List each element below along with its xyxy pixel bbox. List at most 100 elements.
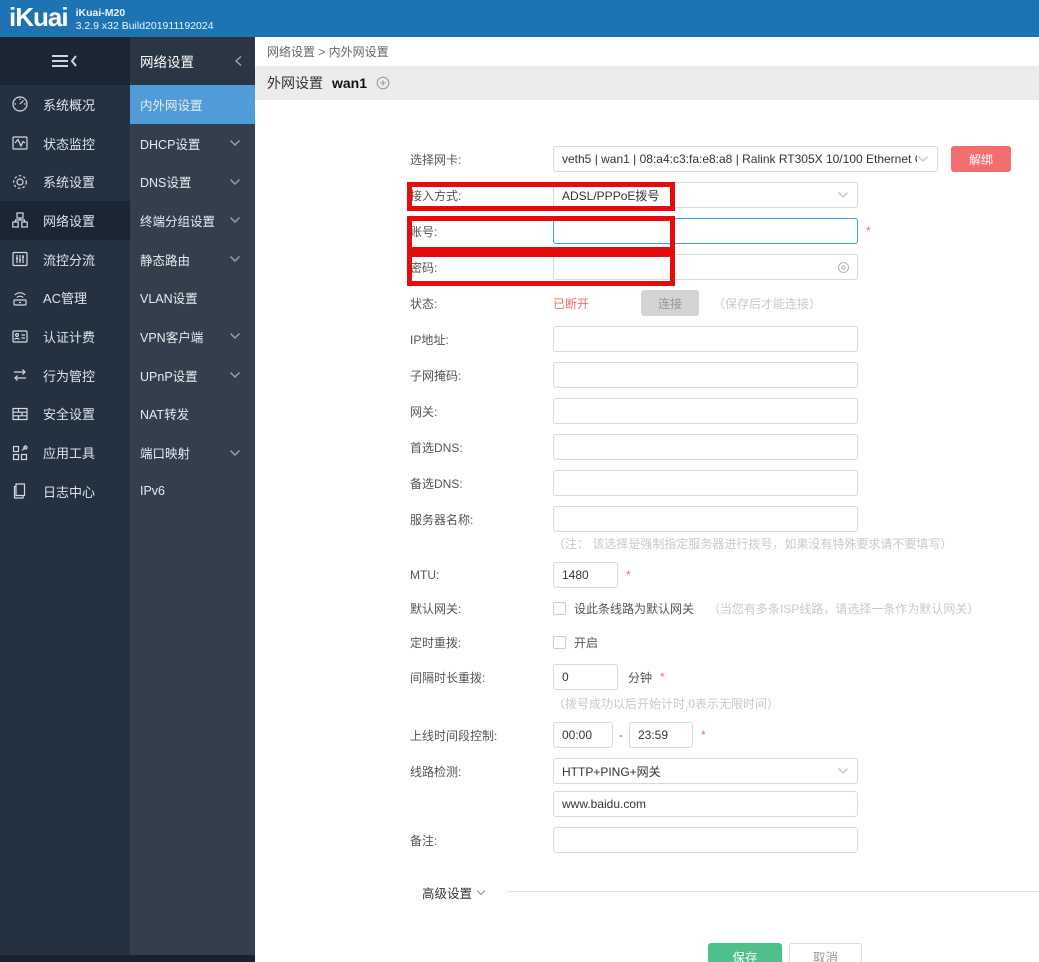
submenu-item-label: NAT转发 xyxy=(140,408,190,423)
submenu-title: 网络设置 xyxy=(140,55,194,70)
submenu-item-terminal-group[interactable]: 终端分组设置 xyxy=(130,201,255,240)
submenu-item-label: 端口映射 xyxy=(140,447,191,462)
required-asterisk: * xyxy=(660,670,665,684)
sidebar-item-security-settings[interactable]: 安全设置 xyxy=(0,395,130,434)
mask-input[interactable] xyxy=(553,362,858,388)
gear-icon xyxy=(10,172,32,192)
advanced-settings-toggle[interactable]: 高级设置 xyxy=(422,883,486,902)
default-gateway-checkbox[interactable] xyxy=(553,601,566,615)
access-mode-label: 接入方式: xyxy=(410,188,462,203)
collapse-left-icon[interactable] xyxy=(234,55,243,67)
required-asterisk: * xyxy=(701,728,706,742)
account-input[interactable] xyxy=(553,218,858,244)
submenu-item-static-route[interactable]: 静态路由 xyxy=(130,240,255,279)
chevron-down-icon xyxy=(230,178,240,185)
dns2-label: 备选DNS: xyxy=(410,476,463,491)
account-label: 账号: xyxy=(410,224,438,239)
primary-sidebar: 系统概况 状态监控 系统设置 网络设置 流控分流 AC管理 认证计费 行为管控 xyxy=(0,37,130,962)
mtu-row: MTU: * xyxy=(410,562,1039,588)
chevron-down-icon xyxy=(230,217,240,224)
form-actions: 保存 取消 xyxy=(708,943,1039,962)
unbind-button[interactable]: 解绑 xyxy=(951,146,1011,172)
password-input[interactable] xyxy=(553,254,858,280)
submenu-item-nat-forward[interactable]: NAT转发 xyxy=(130,395,255,434)
default-gateway-checkbox-label: 设此条线路为默认网关 xyxy=(574,601,695,616)
sidebar-item-system-settings[interactable]: 系统设置 xyxy=(0,162,130,201)
interval-input[interactable] xyxy=(553,664,618,690)
schedule-row: 上线时间段控制: - * xyxy=(410,722,1039,748)
line-detect-host-row xyxy=(410,791,1039,817)
interval-row: 间隔时长重拨: 分钟 * xyxy=(410,664,1039,690)
nic-select-value: veth5 | wan1 | 08:a4:c3:fa:e8:a8 | Ralin… xyxy=(562,152,917,166)
remark-input[interactable] xyxy=(553,827,858,853)
status-row: 状态: 已断开 连接 （保存后才能连接） xyxy=(410,290,1039,316)
sidebar-item-label: 系统设置 xyxy=(43,175,96,191)
submenu-item-vpn-client[interactable]: VPN客户端 xyxy=(130,317,255,356)
gateway-input[interactable] xyxy=(553,398,858,424)
schedule-to-input[interactable] xyxy=(629,722,693,748)
remark-label: 备注: xyxy=(410,833,438,848)
dns2-input[interactable] xyxy=(553,470,858,496)
sidebar-item-label: AC管理 xyxy=(43,291,88,307)
sidebar-item-status-monitor[interactable]: 状态监控 xyxy=(0,124,130,163)
firmware-version: iKuai-M20 3.2.9 x32 Build201911192024 xyxy=(76,5,214,33)
sidebar-item-flow-control[interactable]: 流控分流 xyxy=(0,240,130,279)
password-label: 密码: xyxy=(410,260,438,275)
connect-button[interactable]: 连接 xyxy=(641,290,699,316)
sidebar-item-label: 认证计费 xyxy=(43,329,96,345)
mtu-input[interactable] xyxy=(553,562,618,588)
chevron-down-icon xyxy=(230,256,240,263)
main-content: 网络设置 > 内外网设置 外网设置 wan1 选择网卡: veth5 | wan… xyxy=(255,37,1039,962)
eye-icon[interactable] xyxy=(837,261,850,274)
default-gateway-row: 默认网关: 设此条线路为默认网关 （当您有多条ISP线路，请选择一条作为默认网关… xyxy=(410,598,1039,618)
id-card-icon xyxy=(10,326,32,346)
save-button[interactable]: 保存 xyxy=(708,943,782,962)
submenu-item-label: UPnP设置 xyxy=(140,369,198,384)
line-detect-select[interactable]: HTTP+PING+网关 xyxy=(553,758,858,784)
chevron-down-icon xyxy=(476,890,486,896)
circle-plus-icon[interactable] xyxy=(376,76,390,90)
sidebar-item-network-settings[interactable]: 网络设置 xyxy=(0,201,130,240)
chevron-down-icon xyxy=(838,768,848,774)
line-detect-value: HTTP+PING+网关 xyxy=(562,764,661,779)
interface-name: wan1 xyxy=(332,75,368,91)
sidebar-item-app-tools[interactable]: 应用工具 xyxy=(0,433,130,472)
cancel-button[interactable]: 取消 xyxy=(789,943,862,962)
gateway-label: 网关: xyxy=(410,404,438,419)
activity-icon xyxy=(10,133,32,153)
sidebar-item-log-center[interactable]: 日志中心 xyxy=(0,472,130,511)
sidebar-item-label: 应用工具 xyxy=(43,446,96,462)
gauge-icon xyxy=(10,94,32,114)
submenu-item-ipv6[interactable]: IPv6 xyxy=(130,472,255,511)
access-mode-select[interactable]: ADSL/PPPoE拨号 xyxy=(553,182,858,208)
primary-nav: 系统概况 状态监控 系统设置 网络设置 流控分流 AC管理 认证计费 行为管控 xyxy=(0,85,130,511)
sidebar-item-behavior-control[interactable]: 行为管控 xyxy=(0,356,130,395)
submenu-item-label: DNS设置 xyxy=(140,176,192,191)
sidebar-item-auth-billing[interactable]: 认证计费 xyxy=(0,317,130,356)
schedule-from-input[interactable] xyxy=(553,722,613,748)
sidebar-item-ac-management[interactable]: AC管理 xyxy=(0,278,130,317)
submenu-item-label: 内外网设置 xyxy=(140,98,203,113)
submenu-item-wan-lan[interactable]: 内外网设置 xyxy=(130,85,255,124)
dns2-row: 备选DNS: xyxy=(410,470,1039,496)
hamburger-icon xyxy=(52,55,77,67)
ip-input[interactable] xyxy=(553,326,858,352)
submenu-item-port-mapping[interactable]: 端口映射 xyxy=(130,433,255,472)
line-detect-label: 线路检测: xyxy=(410,764,462,779)
submenu-header: 网络设置 xyxy=(130,37,255,85)
app-logo: iKuai xyxy=(9,2,69,32)
submenu-item-vlan[interactable]: VLAN设置 xyxy=(130,278,255,317)
mtu-label: MTU: xyxy=(410,568,440,582)
redial-checkbox[interactable] xyxy=(553,635,566,649)
submenu-item-upnp[interactable]: UPnP设置 xyxy=(130,356,255,395)
redial-row: 定时重拨: 开启 xyxy=(410,632,1039,652)
access-point-icon xyxy=(10,288,32,308)
line-detect-host-input[interactable] xyxy=(553,791,858,817)
sidebar-item-system-overview[interactable]: 系统概况 xyxy=(0,85,130,124)
submenu-item-dns[interactable]: DNS设置 xyxy=(130,162,255,201)
dns1-input[interactable] xyxy=(553,434,858,460)
nic-select[interactable]: veth5 | wan1 | 08:a4:c3:fa:e8:a8 | Ralin… xyxy=(553,146,938,172)
server-input[interactable] xyxy=(553,506,858,532)
sidebar-collapse-button[interactable] xyxy=(0,37,130,85)
submenu-item-dhcp[interactable]: DHCP设置 xyxy=(130,124,255,163)
